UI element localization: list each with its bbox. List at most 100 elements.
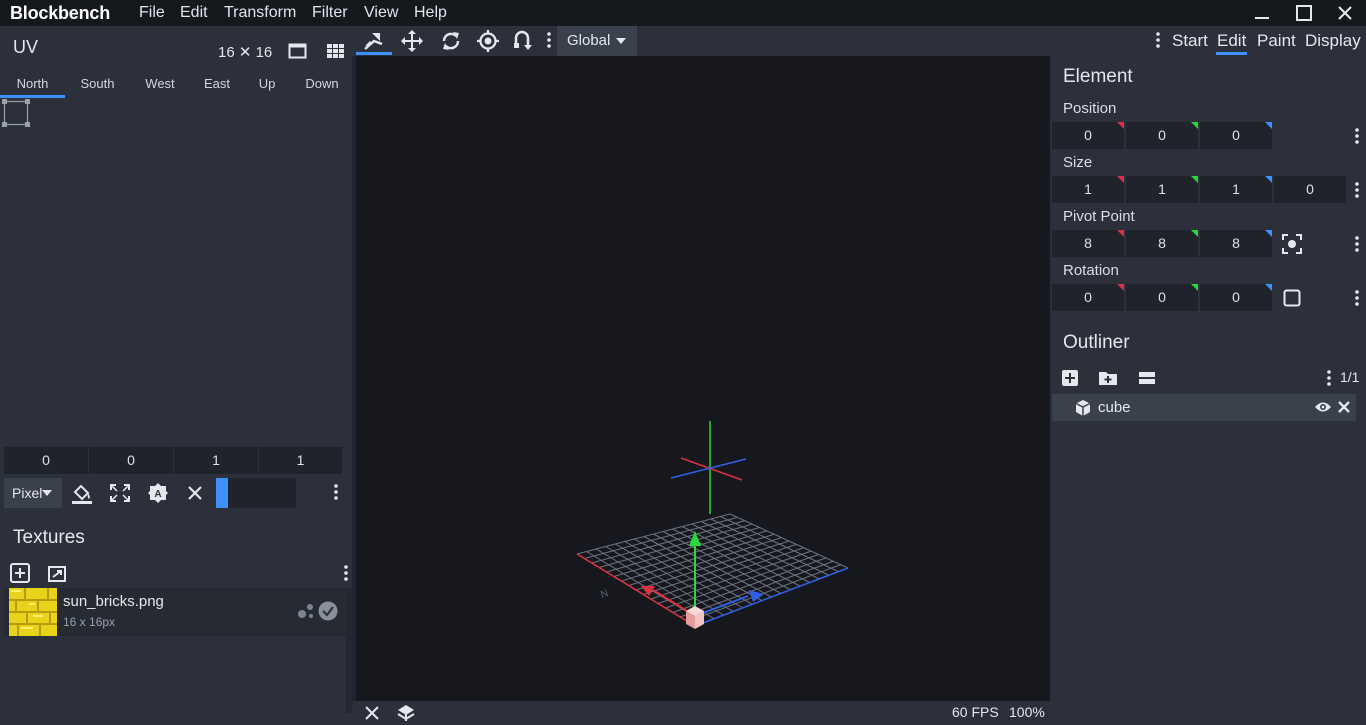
position-y-field[interactable]: 0 xyxy=(1126,122,1198,149)
maximize-icon[interactable] xyxy=(1292,2,1316,24)
rotation-label: Rotation xyxy=(1063,262,1119,279)
grid-icon[interactable] xyxy=(327,43,345,62)
add-texture-icon[interactable] xyxy=(10,563,32,586)
inflate-field[interactable]: 0 xyxy=(1274,176,1346,203)
size-z-field[interactable]: 1 xyxy=(1200,176,1272,203)
uv-slider-track[interactable] xyxy=(216,478,296,508)
import-texture-icon[interactable] xyxy=(48,564,68,585)
folder-add-icon[interactable] xyxy=(1098,369,1118,390)
texture-thumbnail xyxy=(9,588,57,639)
chevron-down-icon xyxy=(616,38,626,44)
3d-viewport[interactable]: N xyxy=(356,56,1050,701)
rotation-menu-dots-icon[interactable] xyxy=(1353,289,1361,310)
minimize-icon[interactable] xyxy=(1250,2,1274,24)
uv-height-field[interactable]: 1 xyxy=(259,447,342,474)
position-menu-dots-icon[interactable] xyxy=(1353,127,1361,148)
grid-line xyxy=(576,513,731,555)
clear-uv-icon[interactable] xyxy=(187,485,203,504)
size-label: Size xyxy=(1063,154,1093,171)
uv-editor-canvas[interactable] xyxy=(0,98,346,442)
tab-north[interactable]: North xyxy=(0,76,65,91)
outliner-menu-dots-icon[interactable] xyxy=(1325,369,1333,390)
eye-icon[interactable] xyxy=(1314,400,1332,417)
center-pivot-icon[interactable] xyxy=(1282,234,1302,257)
tab-up[interactable]: Up xyxy=(244,76,290,91)
transform-space-select[interactable]: Global xyxy=(557,26,637,56)
size-x-field[interactable]: 1 xyxy=(1052,176,1124,203)
menu-transform[interactable]: Transform xyxy=(224,4,296,22)
tab-south[interactable]: South xyxy=(65,76,130,91)
position-z-field[interactable]: 0 xyxy=(1200,122,1272,149)
pivot-z-value: 8 xyxy=(1232,235,1240,251)
delete-icon[interactable] xyxy=(1337,400,1351,417)
pivot-y-field[interactable]: 8 xyxy=(1126,230,1198,257)
tab-down[interactable]: Down xyxy=(290,76,354,91)
toolbar-menu-dots-icon[interactable] xyxy=(545,31,553,52)
menu-edit[interactable]: Edit xyxy=(180,4,208,22)
active-tool-indicator xyxy=(356,52,392,55)
grid-line xyxy=(701,521,820,580)
layers-icon[interactable] xyxy=(396,703,416,725)
particle-icon[interactable] xyxy=(297,601,315,622)
inflate-value: 0 xyxy=(1306,181,1314,197)
pivot-x-line xyxy=(680,457,743,481)
modes-menu-dots-icon[interactable] xyxy=(1154,31,1162,52)
tab-east[interactable]: East xyxy=(190,76,244,91)
rotation-y-value: 0 xyxy=(1158,289,1166,305)
position-x-field[interactable]: 0 xyxy=(1052,122,1124,149)
status-close-icon[interactable] xyxy=(364,705,380,724)
close-icon[interactable] xyxy=(1333,2,1357,24)
outliner-page-count: 1/1 xyxy=(1340,369,1360,385)
rotation-x-field[interactable]: 0 xyxy=(1052,284,1124,311)
pivot-icon[interactable] xyxy=(476,29,500,56)
size-y-value: 1 xyxy=(1158,181,1166,197)
rotation-y-field[interactable]: 0 xyxy=(1126,284,1198,311)
size-menu-dots-icon[interactable] xyxy=(1353,181,1361,202)
mode-display[interactable]: Display xyxy=(1305,31,1361,51)
pivot-z-field[interactable]: 8 xyxy=(1200,230,1272,257)
uv-width-field[interactable]: 1 xyxy=(174,447,258,474)
uv-mode-select[interactable]: Pixel xyxy=(4,478,62,508)
position-x-value: 0 xyxy=(1084,127,1092,143)
move-icon[interactable] xyxy=(400,29,424,56)
active-mode-indicator xyxy=(1216,52,1247,55)
rescale-checkbox[interactable] xyxy=(1283,289,1301,310)
menu-view[interactable]: View xyxy=(364,4,398,22)
menu-dots-icon[interactable] xyxy=(332,483,340,506)
size-z-value: 1 xyxy=(1232,181,1240,197)
transform-space-value: Global xyxy=(567,32,611,49)
compass-label: N xyxy=(599,588,610,601)
svg-text:A: A xyxy=(154,489,161,500)
checkmark-icon[interactable] xyxy=(318,601,338,624)
auto-uv-icon[interactable]: A xyxy=(147,482,169,507)
fullscreen-icon[interactable] xyxy=(110,484,130,505)
chevron-down-icon xyxy=(42,490,52,496)
textures-menu-dots-icon[interactable] xyxy=(342,564,350,585)
position-z-value: 0 xyxy=(1232,127,1240,143)
menu-file[interactable]: File xyxy=(139,4,165,22)
pivot-menu-dots-icon[interactable] xyxy=(1353,235,1361,256)
textures-scrollbar[interactable] xyxy=(346,588,352,713)
menu-filter[interactable]: Filter xyxy=(312,4,348,22)
collapse-icon[interactable] xyxy=(1138,370,1156,389)
zoom-level: 100% xyxy=(1009,704,1045,720)
app-logo: Blockbench xyxy=(10,3,111,23)
menu-help[interactable]: Help xyxy=(414,4,447,22)
fill-icon[interactable] xyxy=(71,482,93,507)
uv-y-field[interactable]: 0 xyxy=(89,447,173,474)
mode-start[interactable]: Start xyxy=(1172,31,1208,51)
rotation-z-value: 0 xyxy=(1232,289,1240,305)
pivot-x-field[interactable]: 8 xyxy=(1052,230,1124,257)
window-icon[interactable] xyxy=(288,42,308,63)
transform-space-icon[interactable] xyxy=(513,29,539,56)
tab-west[interactable]: West xyxy=(130,76,190,91)
rotation-z-field[interactable]: 0 xyxy=(1200,284,1272,311)
uv-selection-box[interactable] xyxy=(0,98,40,138)
mode-edit[interactable]: Edit xyxy=(1217,31,1246,51)
mode-paint[interactable]: Paint xyxy=(1257,31,1296,51)
uv-x-field[interactable]: 0 xyxy=(4,447,88,474)
add-icon[interactable] xyxy=(1061,369,1079,390)
rotate-icon[interactable] xyxy=(439,29,463,56)
size-y-field[interactable]: 1 xyxy=(1126,176,1198,203)
uv-slider-handle[interactable] xyxy=(216,478,228,508)
